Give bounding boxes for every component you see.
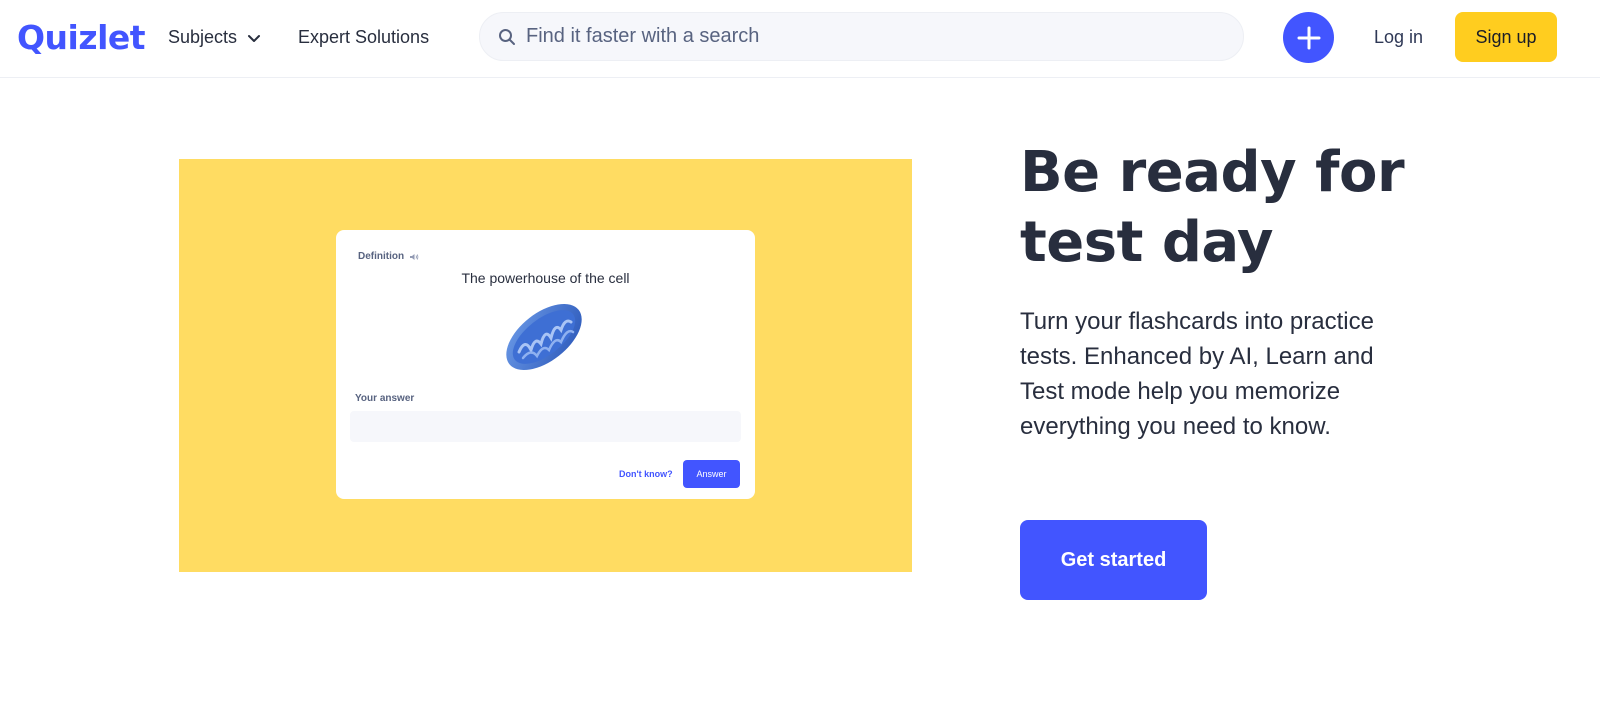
create-button[interactable] <box>1283 12 1334 63</box>
answer-button-preview: Answer <box>683 460 740 488</box>
expert-solutions-link[interactable]: Expert Solutions <box>298 27 429 48</box>
mitochondria-illustration <box>506 303 582 371</box>
get-started-button[interactable]: Get started <box>1020 520 1207 600</box>
flashcard-term: The powerhouse of the cell <box>461 270 630 286</box>
learn-mode-preview-image: Definition The powerhouse of the cell Yo… <box>179 159 912 572</box>
subjects-label: Subjects <box>168 27 238 47</box>
definition-label: Definition <box>358 251 405 262</box>
dont-know-link: Don't know? <box>619 469 673 479</box>
definition-header: Definition <box>358 251 419 262</box>
chevron-down-icon <box>248 34 261 42</box>
quizlet-logo[interactable]: Quizlet <box>17 18 146 57</box>
login-link[interactable]: Log in <box>1374 27 1423 48</box>
top-navigation-bar: Quizlet Subjects Expert Solutions Log in… <box>0 0 1600 78</box>
your-answer-label: Your answer <box>355 393 415 404</box>
speaker-icon <box>410 253 419 260</box>
plus-icon <box>1297 26 1320 49</box>
answer-input-preview <box>350 411 741 442</box>
search-icon <box>499 28 515 45</box>
hero-description: Turn your flashcards into practice tests… <box>1020 308 1374 440</box>
subjects-dropdown[interactable]: Subjects <box>168 27 261 48</box>
search-bar[interactable] <box>479 12 1244 61</box>
hero-title: Be ready for test day <box>1020 140 1405 275</box>
search-input[interactable] <box>526 25 1206 48</box>
signup-button[interactable]: Sign up <box>1455 12 1557 62</box>
flashcard-preview: Definition The powerhouse of the cell Yo… <box>336 230 755 499</box>
